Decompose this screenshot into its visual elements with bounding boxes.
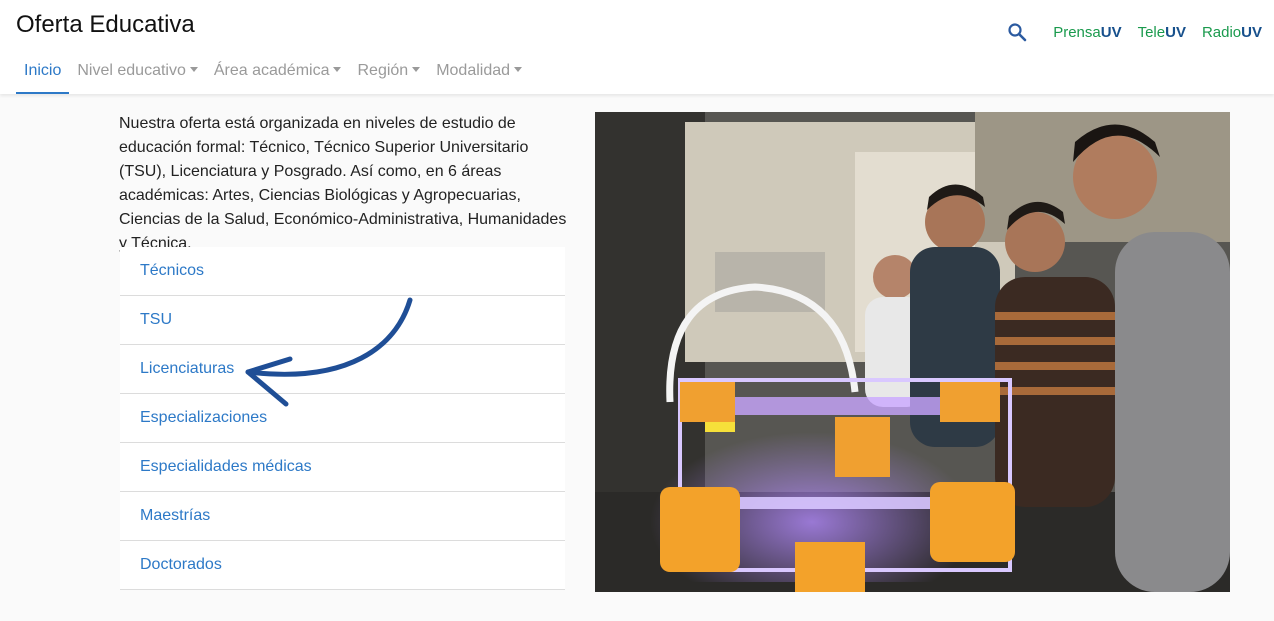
page-title: Oferta Educativa [16, 11, 195, 38]
nav-item-label: Inicio [24, 62, 62, 79]
prensa-uv-link[interactable]: PrensaUV [1053, 24, 1121, 41]
students-3d-printer-photo [595, 112, 1230, 592]
brand-prefix: Prensa [1053, 23, 1101, 41]
arrow-annotation-icon [245, 297, 413, 407]
caret-down-icon [514, 67, 523, 72]
site-header: Oferta Educativa Inicio Nivel educativo … [0, 0, 1274, 94]
list-item-especialidades-medicas[interactable]: Especialidades médicas [120, 443, 565, 492]
nav-item-inicio[interactable]: Inicio [16, 52, 70, 94]
nav-item-region[interactable]: Región [349, 52, 428, 94]
list-item-doctorados[interactable]: Doctorados [120, 541, 565, 590]
caret-down-icon [412, 67, 421, 72]
list-item-maestrias[interactable]: Maestrías [120, 492, 565, 541]
intro-text: Nuestra oferta está organizada en nivele… [119, 115, 567, 252]
radio-uv-link[interactable]: RadioUV [1202, 24, 1262, 41]
nav-item-label: Región [357, 62, 409, 79]
brand-suffix: UV [1100, 23, 1122, 41]
brand-suffix: UV [1165, 23, 1186, 41]
top-links: PrensaUV TeleUV RadioUV [1007, 22, 1262, 42]
nav-item-area-academica[interactable]: Área académica [206, 52, 350, 94]
nav-item-label: Modalidad [436, 62, 511, 79]
tele-uv-link[interactable]: TeleUV [1138, 24, 1186, 41]
brand-prefix: Radio [1201, 23, 1242, 41]
caret-down-icon [333, 67, 342, 72]
list-item-tecnicos[interactable]: Técnicos [120, 247, 565, 296]
brand-prefix: Tele [1137, 23, 1166, 41]
caret-down-icon [189, 67, 198, 72]
search-icon[interactable] [1007, 22, 1027, 42]
nav-item-label: Nivel educativo [77, 62, 186, 79]
nav-item-modalidad[interactable]: Modalidad [428, 52, 530, 94]
main-nav: Inicio Nivel educativo Área académica Re… [16, 52, 530, 94]
nav-item-nivel-educativo[interactable]: Nivel educativo [69, 52, 206, 94]
brand-suffix: UV [1241, 23, 1262, 41]
nav-item-label: Área académica [213, 62, 330, 79]
